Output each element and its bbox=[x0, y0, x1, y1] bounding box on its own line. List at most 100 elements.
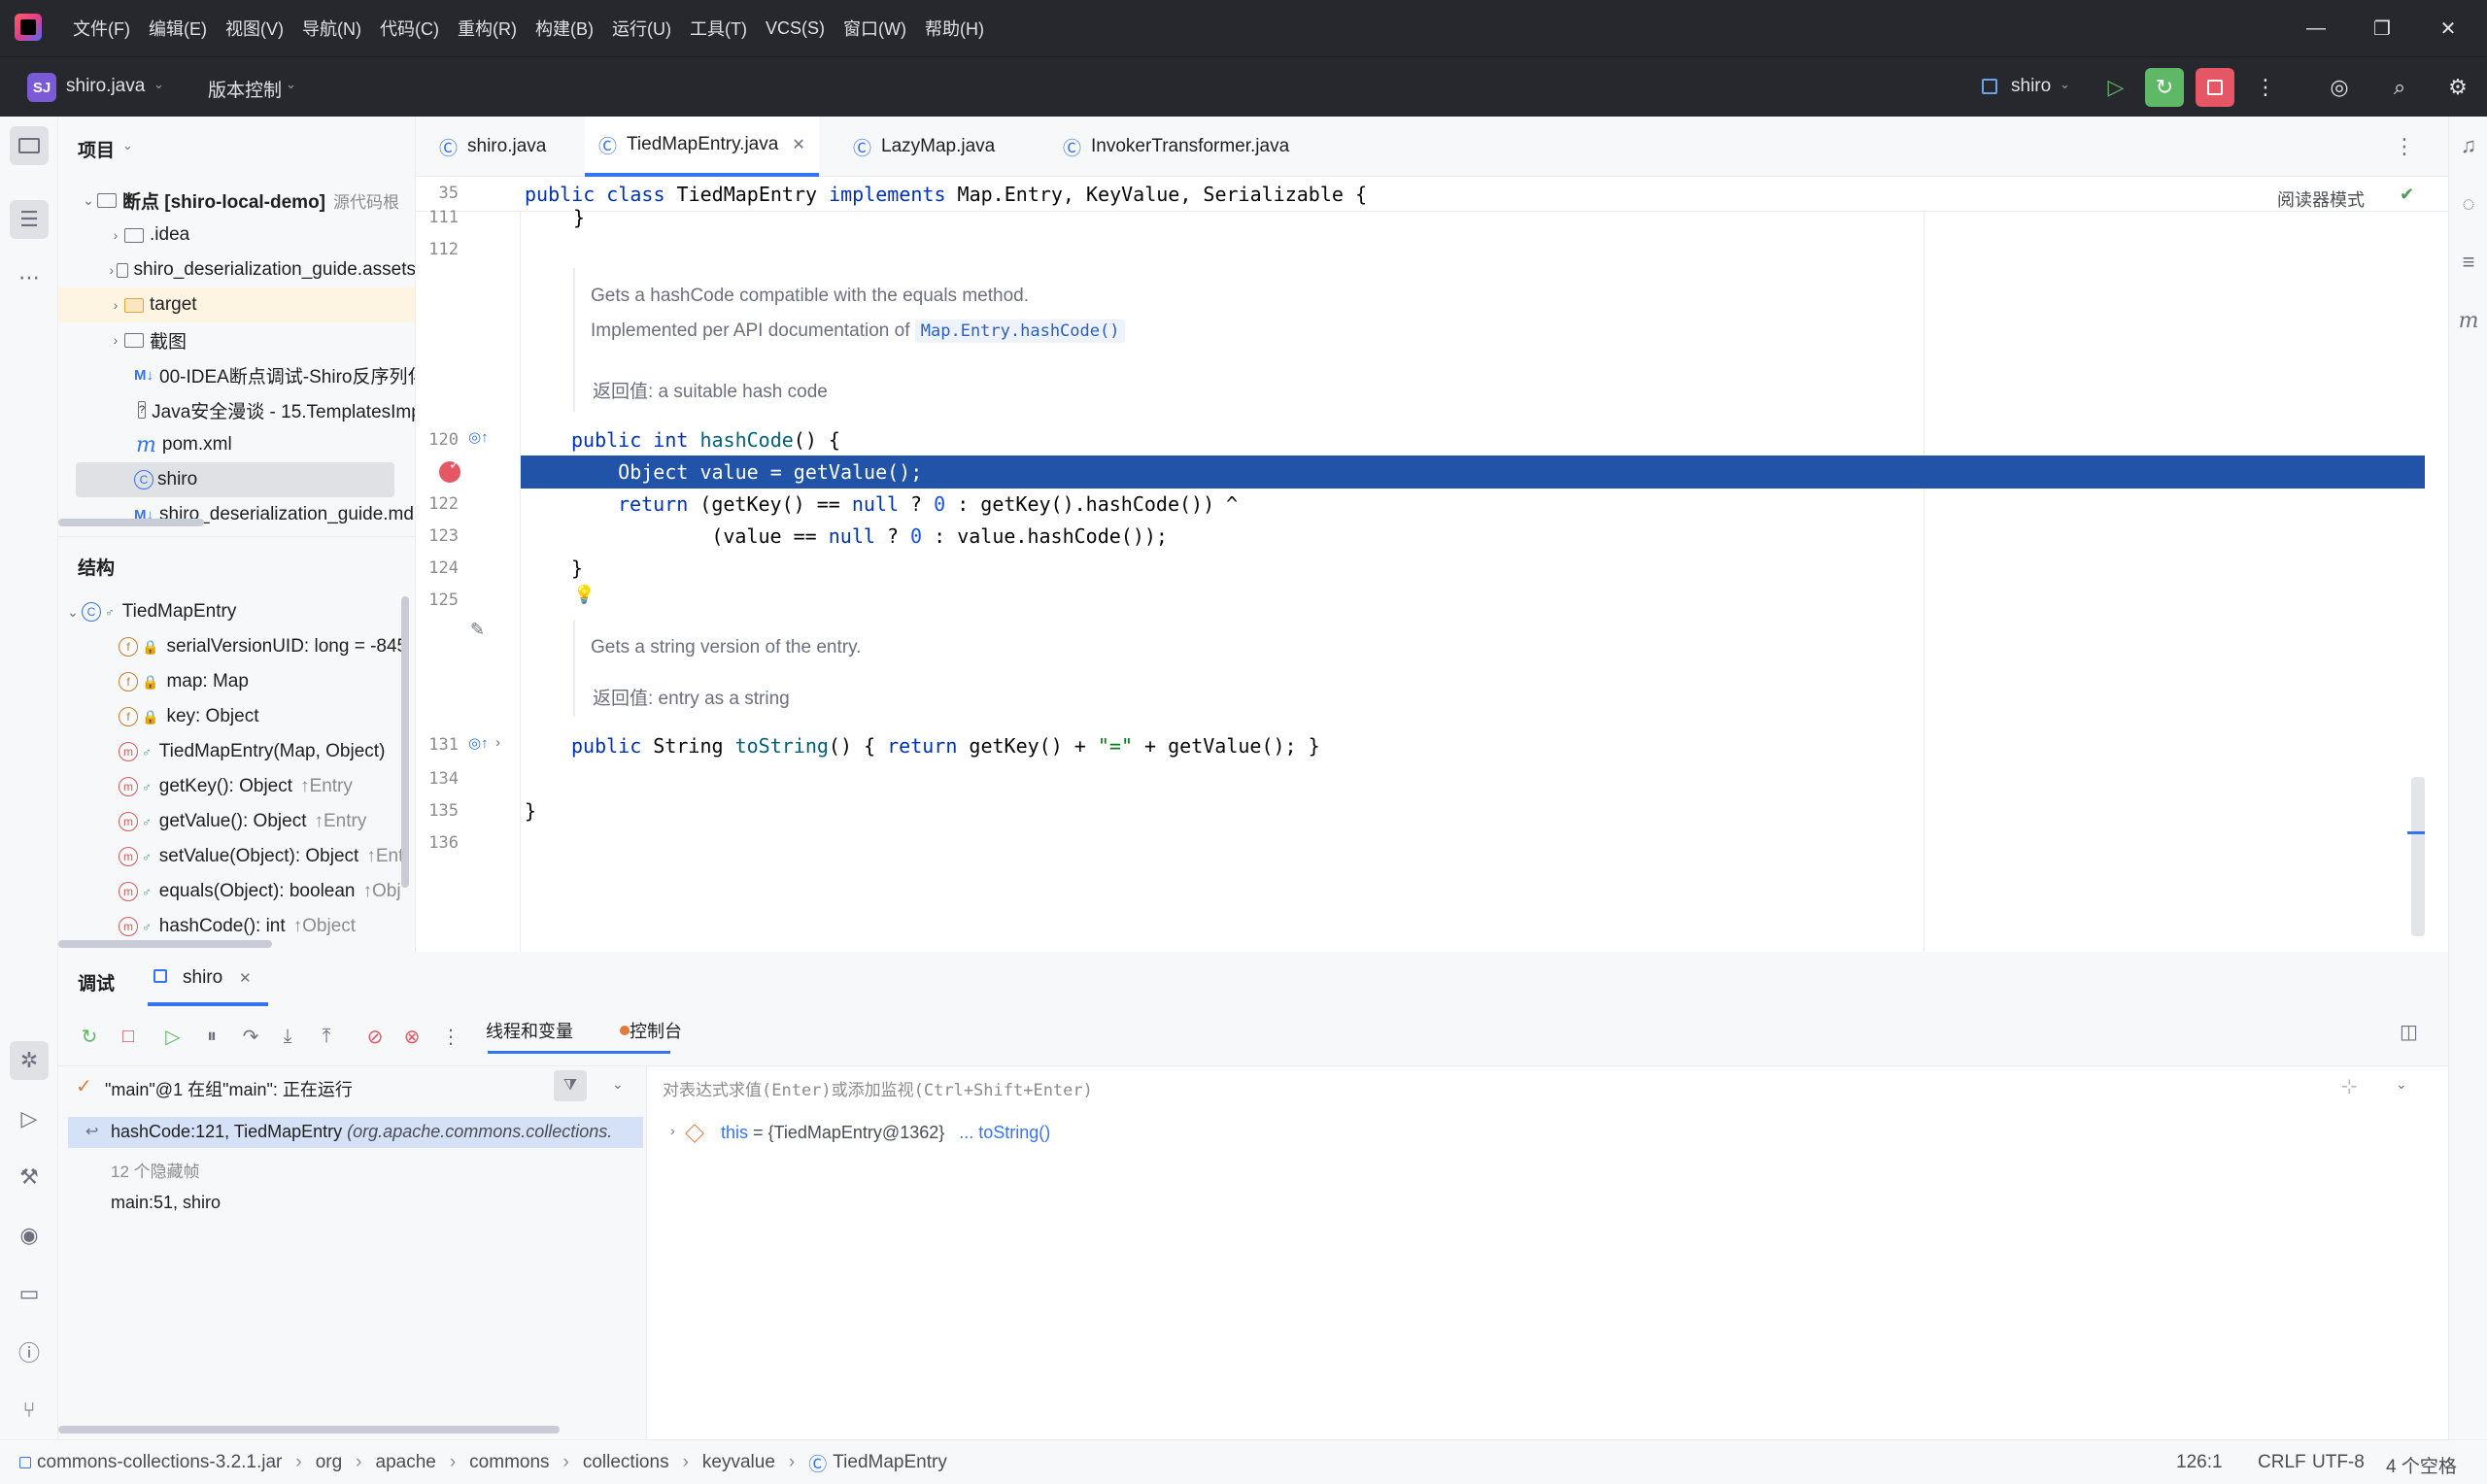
tree-item-shiro[interactable]: C shiro bbox=[76, 462, 394, 497]
maximize-icon[interactable]: ❐ bbox=[2349, 0, 2415, 56]
code-line-135[interactable]: } bbox=[525, 795, 536, 826]
breadcrumb-item[interactable]: TiedMapEntry bbox=[833, 1452, 947, 1473]
database-icon[interactable]: ≡ bbox=[2453, 247, 2484, 278]
caret-position[interactable]: 126:1 bbox=[2176, 1452, 2223, 1473]
vertical-scrollbar[interactable] bbox=[401, 596, 409, 888]
chevron-down-icon[interactable]: ⌄ bbox=[2396, 1076, 2407, 1093]
tree-item-assets[interactable]: › shiro_deserialization_guide.assets bbox=[58, 253, 415, 287]
chevron-down-icon[interactable]: ⌄ bbox=[286, 77, 296, 92]
breadcrumb-item[interactable]: commons-collections-3.2.1.jar bbox=[37, 1452, 282, 1473]
tab-invokertransformer-java[interactable]: Ⓒ InvokerTransformer.java bbox=[1049, 117, 1303, 177]
maven-icon[interactable]: m bbox=[2453, 305, 2484, 336]
build-tool-icon[interactable]: ⚒ bbox=[10, 1158, 49, 1197]
lightbulb-icon[interactable]: 💡 bbox=[573, 585, 595, 605]
menu-vcs[interactable]: VCS(S) bbox=[766, 18, 825, 39]
debug-session-tab[interactable]: shiro bbox=[183, 967, 222, 989]
menu-code[interactable]: 代码(C) bbox=[380, 16, 439, 41]
tab-console[interactable]: 控制台 bbox=[630, 1018, 682, 1043]
rerun-icon[interactable]: ↻ bbox=[72, 1019, 107, 1054]
horizontal-scrollbar[interactable] bbox=[58, 519, 204, 526]
tree-item-idea[interactable]: › .idea bbox=[58, 218, 415, 253]
variable-tostring-link[interactable]: ... toString() bbox=[959, 1123, 1050, 1142]
menu-run[interactable]: 运行(U) bbox=[612, 16, 671, 41]
pause-icon[interactable]: ⏸ bbox=[194, 1019, 229, 1054]
close-icon[interactable]: ✕ bbox=[2415, 0, 2481, 56]
code-line-121[interactable]: Object value = getValue(); bbox=[571, 456, 922, 488]
structure-class-node[interactable]: ⌄ C ♂ TiedMapEntry bbox=[58, 594, 415, 629]
add-watch-icon[interactable]: ⊹ bbox=[2341, 1074, 2358, 1098]
ai-assistant-icon[interactable]: ◎ bbox=[2320, 68, 2359, 107]
debug-tool-icon[interactable]: ✲ bbox=[10, 1041, 49, 1080]
tab-tiedmapentry-java[interactable]: Ⓒ TiedMapEntry.java ✕ bbox=[585, 117, 819, 177]
horizontal-scrollbar[interactable] bbox=[58, 1426, 560, 1433]
overrides-method-icon[interactable]: ◎↑ bbox=[468, 734, 489, 752]
breadcrumb-item[interactable]: keyvalue bbox=[702, 1452, 775, 1473]
expand-variable-icon[interactable]: › bbox=[670, 1123, 675, 1138]
structure-member[interactable]: f 🔒 key: Object bbox=[58, 699, 415, 734]
menu-refactor[interactable]: 重构(R) bbox=[458, 16, 517, 41]
settings-gear-icon[interactable]: ⚙ bbox=[2438, 68, 2477, 107]
code-line-122[interactable]: return (getKey() == null ? 0 : getKey().… bbox=[618, 489, 1238, 520]
menu-window[interactable]: 窗口(W) bbox=[843, 16, 906, 41]
menu-tools[interactable]: 工具(T) bbox=[690, 16, 747, 41]
fold-expand-icon[interactable]: › bbox=[495, 734, 500, 751]
stop-button[interactable] bbox=[2196, 68, 2234, 107]
project-panel-title[interactable]: 项目 bbox=[78, 136, 115, 162]
tree-item-md-file[interactable]: M↓ 00-IDEA断点调试-Shiro反序列化 bbox=[58, 357, 415, 392]
ai-chat-icon[interactable]: ◌ bbox=[2453, 188, 2484, 219]
menu-help[interactable]: 帮助(H) bbox=[925, 16, 984, 41]
structure-member[interactable]: f 🔒 map: Map bbox=[58, 664, 415, 699]
more-tools-icon[interactable]: ⋯ bbox=[10, 258, 49, 297]
sticky-code-line[interactable]: public class TiedMapEntry implements Map… bbox=[525, 179, 1367, 210]
overrides-method-icon[interactable]: ◎↑ bbox=[468, 428, 489, 446]
structure-member[interactable]: m ♂ TiedMapEntry(Map, Object) bbox=[58, 734, 415, 769]
mute-breakpoints-icon[interactable]: ⊗ bbox=[394, 1019, 429, 1054]
frame-item[interactable]: main:51, shiro bbox=[111, 1193, 221, 1213]
horizontal-scrollbar[interactable] bbox=[58, 940, 272, 948]
chevron-down-icon[interactable]: ⌄ bbox=[80, 192, 97, 209]
step-out-icon[interactable]: ⤒ bbox=[309, 1019, 344, 1054]
view-breakpoints-icon[interactable]: ⊘ bbox=[358, 1019, 392, 1054]
tree-item-target[interactable]: › target bbox=[58, 287, 415, 322]
code-line-131[interactable]: public String toString() { return getKey… bbox=[571, 730, 1320, 761]
chevron-down-icon[interactable]: ⌄ bbox=[153, 77, 164, 92]
line-separator[interactable]: CRLF bbox=[2258, 1452, 2306, 1473]
run-tool-icon[interactable]: ▷ bbox=[10, 1099, 49, 1138]
more-actions-icon[interactable]: ⋮ bbox=[2246, 68, 2285, 107]
tab-options-icon[interactable]: ⋮ bbox=[2394, 134, 2415, 159]
chevron-right-icon[interactable]: › bbox=[107, 297, 124, 313]
tree-item-screenshots[interactable]: › 截图 bbox=[58, 322, 415, 357]
chevron-down-icon[interactable]: ⌄ bbox=[612, 1076, 624, 1093]
chevron-right-icon[interactable]: › bbox=[107, 332, 124, 348]
code-line-123[interactable]: (value == null ? 0 : value.hashCode()); bbox=[618, 521, 1168, 552]
edit-doc-pencil-icon[interactable]: ✎ bbox=[470, 620, 485, 640]
chevron-down-icon[interactable]: ⌄ bbox=[122, 138, 133, 153]
layout-settings-icon[interactable]: ◫ bbox=[2400, 1020, 2418, 1044]
indent-setting[interactable]: 4 个空格 bbox=[2386, 1452, 2457, 1478]
menu-navigate[interactable]: 导航(N) bbox=[302, 16, 361, 41]
menu-file[interactable]: 文件(F) bbox=[73, 16, 130, 41]
editor-vertical-scrollbar[interactable] bbox=[2411, 777, 2425, 936]
tab-shiro-java[interactable]: Ⓒ shiro.java bbox=[426, 117, 560, 177]
breadcrumb-item[interactable]: collections bbox=[583, 1452, 669, 1473]
chevron-right-icon[interactable]: › bbox=[107, 262, 117, 278]
project-badge[interactable]: SJ bbox=[27, 73, 56, 102]
breadcrumb-item[interactable]: apache bbox=[376, 1452, 436, 1473]
tab-lazymap-java[interactable]: Ⓒ LazyMap.java bbox=[839, 117, 1008, 177]
filter-icon[interactable]: ⧩ bbox=[554, 1070, 587, 1101]
more-debug-actions-icon[interactable]: ⋮ bbox=[433, 1019, 468, 1054]
code-line-120[interactable]: public int hashCode() { bbox=[571, 424, 840, 455]
tree-item-unknown-file[interactable]: ? Java安全漫谈 - 15.TemplatesImpl bbox=[58, 392, 415, 427]
evaluate-expression-input[interactable]: 对表达式求值(Enter)或添加监视(Ctrl+Shift+Enter) bbox=[663, 1076, 1093, 1100]
frame-item[interactable]: hashCode:121, TiedMapEntry (org.apache.c… bbox=[111, 1122, 641, 1142]
resume-program-icon[interactable]: ▷ bbox=[155, 1019, 190, 1054]
structure-member[interactable]: f 🔒 serialVersionUID: long = -845 bbox=[58, 629, 415, 664]
doc-link[interactable]: Map.Entry.hashCode() bbox=[914, 320, 1126, 343]
menu-edit[interactable]: 编辑(E) bbox=[149, 16, 207, 41]
inspection-ok-icon[interactable]: ✔ bbox=[2400, 185, 2414, 205]
minimize-icon[interactable]: — bbox=[2283, 0, 2349, 56]
git-tool-icon[interactable]: ⑂ bbox=[10, 1391, 49, 1430]
thread-selector[interactable]: "main"@1 在组"main": 正在运行 bbox=[105, 1076, 353, 1101]
intellij-logo-icon[interactable] bbox=[15, 14, 42, 41]
code-line-124[interactable]: } bbox=[571, 553, 583, 584]
